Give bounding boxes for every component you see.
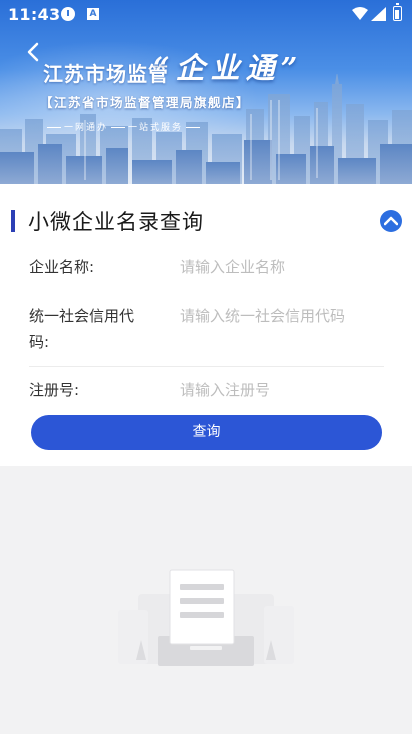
registration-number-label: 注册号:	[29, 381, 80, 399]
company-name-input[interactable]	[180, 255, 385, 279]
credit-code-label-line2: 码:	[29, 333, 50, 351]
signal-icon	[371, 7, 386, 21]
hero-banner: 11:43 A 江苏市场监管 “企业通” 【江苏省市场监督管理局旗舰店】 一网通…	[0, 0, 412, 184]
hero-title: 江苏市场监管	[43, 62, 169, 86]
battery-icon	[393, 3, 402, 21]
card-title: 小微企业名录查询	[28, 210, 204, 234]
alert-icon	[61, 7, 75, 21]
hero-title-emphasis: “企业通”	[153, 51, 304, 85]
hero-slogan: 一网通办 一站式服务	[44, 120, 203, 133]
hero-subtitle: 【江苏省市场监督管理局旗舰店】	[40, 95, 251, 110]
credit-code-label-line1: 统一社会信用代	[29, 307, 135, 325]
credit-code-input[interactable]	[180, 304, 385, 328]
query-card: 小微企业名录查询 企业名称: 统一社会信用代 码: 注册号: 查询	[0, 184, 412, 466]
collapse-button[interactable]	[380, 210, 402, 232]
company-name-label: 企业名称:	[29, 258, 95, 276]
empty-document-illustration	[118, 569, 294, 666]
status-bar: 11:43 A	[0, 0, 412, 28]
slogan-right: 一站式服务	[128, 123, 184, 133]
app-notification-icon: A	[87, 8, 99, 20]
credit-code-label: 统一社会信用代 码:	[29, 303, 134, 355]
chevron-up-icon	[384, 216, 398, 226]
wifi-icon	[352, 7, 368, 20]
status-time: 11:43	[8, 5, 61, 24]
query-button[interactable]: 查询	[31, 415, 382, 450]
title-accent-bar	[11, 210, 15, 232]
slogan-left: 一网通办	[64, 123, 109, 133]
field-divider	[29, 366, 384, 367]
registration-number-input[interactable]	[180, 378, 385, 402]
